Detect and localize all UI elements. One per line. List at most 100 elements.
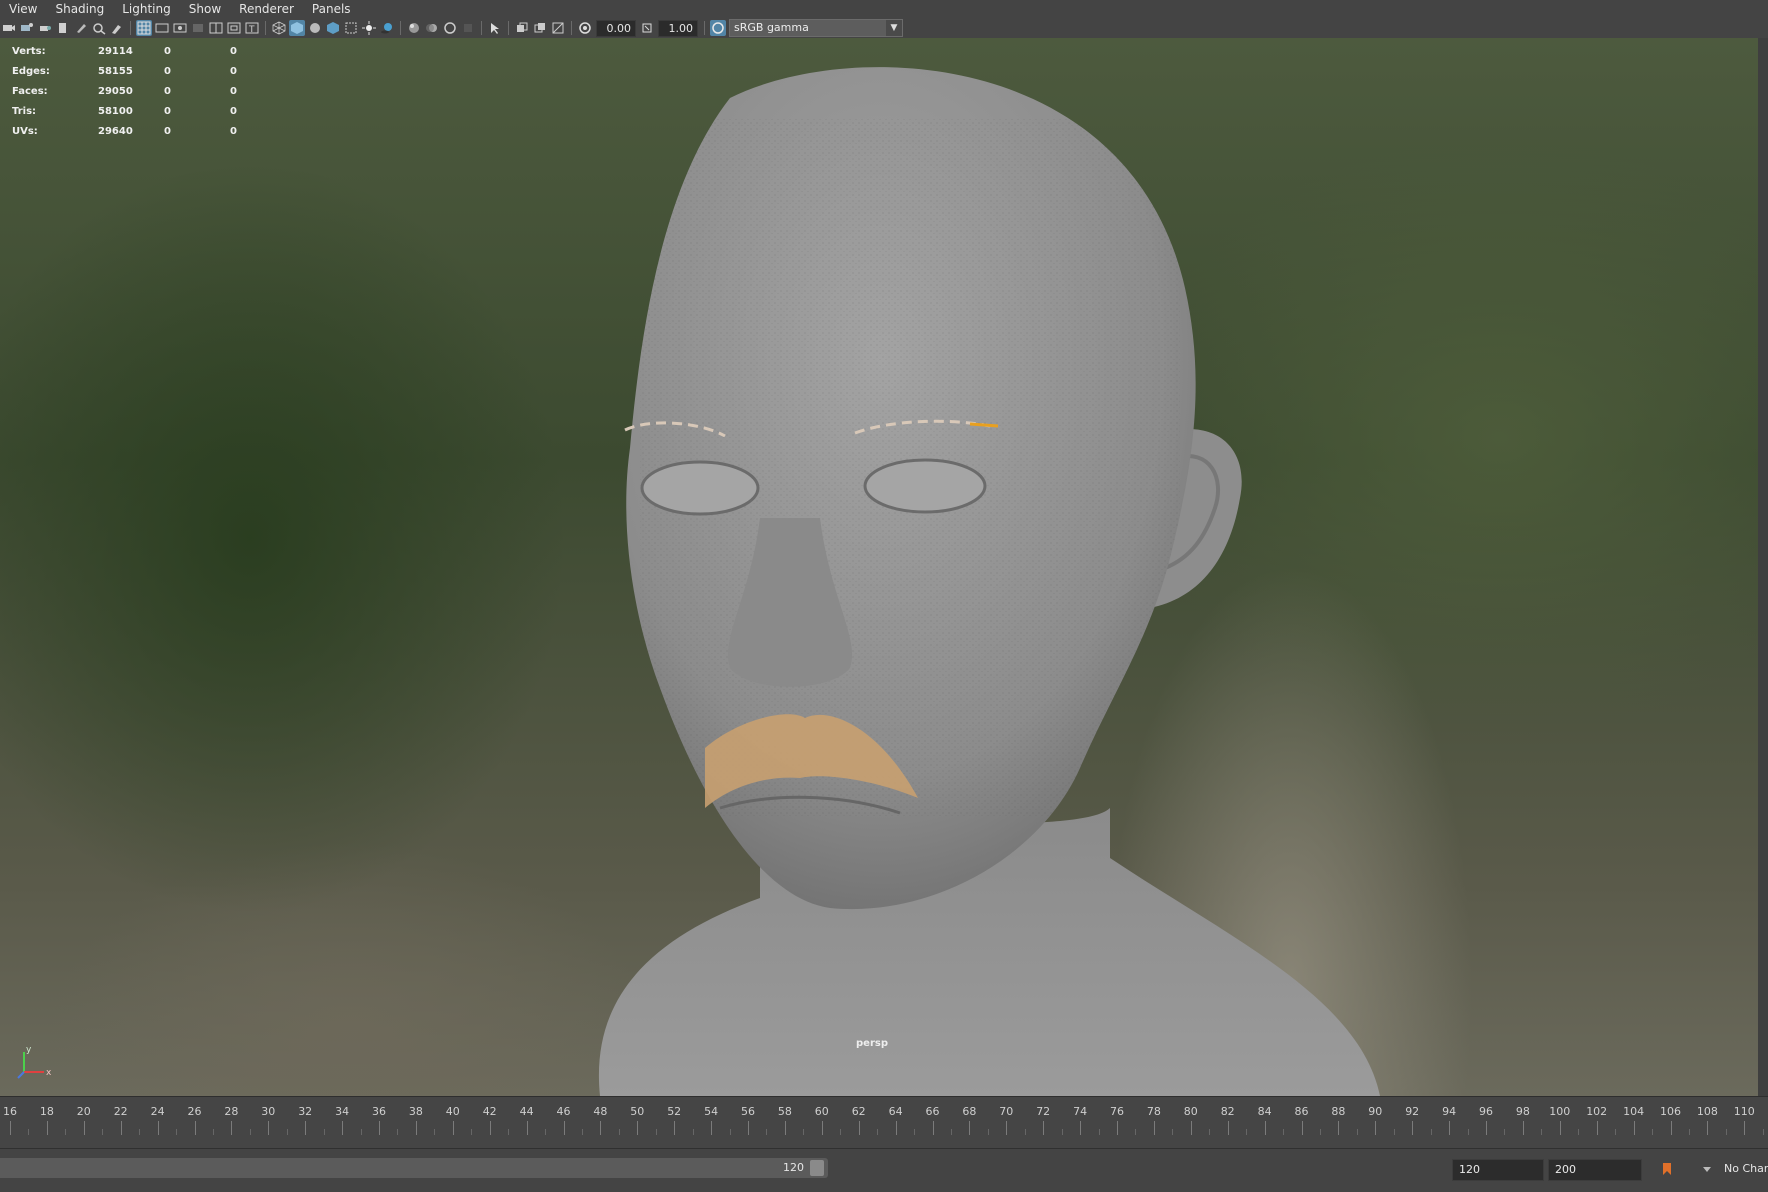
- frame-tick-minor: [323, 1129, 325, 1135]
- xray-icon[interactable]: [343, 20, 359, 36]
- viewport-persp[interactable]: Verts: 29114 0 0 Edges: 58155 0 0 Faces: 29050 0 0 T…: [0, 38, 1758, 1096]
- anti-aliasing-icon[interactable]: [442, 20, 458, 36]
- viewport-border: [1758, 38, 1768, 1096]
- safe-action-icon[interactable]: [226, 20, 242, 36]
- time-slider[interactable]: 16 18 20 22 24 26 28 30 32 34 36 38 40 42 44 46 48 50 52 54…: [0, 1096, 1768, 1149]
- gamma-icon[interactable]: [639, 20, 655, 36]
- frame-tick: [379, 1121, 380, 1135]
- auto-key-icon[interactable]: [1660, 1161, 1674, 1177]
- frame-tick: [821, 1121, 823, 1135]
- two-d-pan-zoom-icon[interactable]: [91, 20, 107, 36]
- frame-tick-label: 72: [1036, 1105, 1051, 1118]
- xray-joints-icon[interactable]: [514, 20, 530, 36]
- sculpt-brush-icon[interactable]: [109, 20, 125, 36]
- frame-tick-label: 68: [962, 1105, 977, 1118]
- frame-tick-minor: [1024, 1129, 1026, 1135]
- field-chart-icon[interactable]: [208, 20, 224, 36]
- exposure-field[interactable]: 0.00: [596, 19, 636, 37]
- lighting-icon[interactable]: [361, 20, 377, 36]
- frame-tick-minor: [1135, 1129, 1137, 1135]
- menu-renderer[interactable]: Renderer: [230, 0, 303, 18]
- frame-tick-minor: [1467, 1129, 1469, 1135]
- safe-title-icon[interactable]: T: [244, 20, 260, 36]
- frame-tick-minor: [360, 1129, 362, 1135]
- frame-tick: [10, 1121, 11, 1135]
- frame-tick: [1080, 1121, 1082, 1135]
- axis-y-label: y: [26, 1045, 32, 1055]
- smooth-shade-icon[interactable]: [289, 20, 305, 36]
- xray-active-icon[interactable]: [532, 20, 548, 36]
- default-material-icon[interactable]: [307, 20, 323, 36]
- grid-icon[interactable]: [136, 20, 152, 36]
- frame-tick: [969, 1121, 971, 1135]
- bookmarks-icon[interactable]: [37, 20, 53, 36]
- frame-tick: [1375, 1121, 1377, 1135]
- frame-tick-label: 96: [1479, 1105, 1493, 1118]
- menu-show[interactable]: Show: [180, 0, 230, 18]
- menu-lighting[interactable]: Lighting: [113, 0, 180, 18]
- chevron-down-icon[interactable]: [1700, 1161, 1714, 1177]
- select-camera-icon[interactable]: [1, 20, 17, 36]
- isolate-select-icon[interactable]: [487, 20, 503, 36]
- range-slider-bar: 120 120 200: [0, 1148, 1768, 1192]
- menu-shading[interactable]: Shading: [46, 0, 113, 18]
- frame-tick: [526, 1121, 528, 1135]
- resolution-gate-icon[interactable]: [172, 20, 188, 36]
- ambient-occlusion-icon[interactable]: [406, 20, 422, 36]
- frame-tick: [1006, 1121, 1008, 1135]
- frame-tick: [1412, 1121, 1414, 1135]
- frame-tick-label: 22: [113, 1105, 128, 1118]
- frame-tick-label: 104: [1623, 1105, 1645, 1118]
- frame-tick-minor: [508, 1129, 510, 1135]
- frame-tick-minor: [1688, 1129, 1690, 1135]
- hud-v3: 0: [230, 66, 237, 77]
- frame-tick-minor: [1172, 1129, 1174, 1135]
- frame-tick: [1633, 1121, 1635, 1135]
- character-set-label[interactable]: No Char: [1724, 1162, 1768, 1175]
- toolbar-separator: [481, 21, 482, 35]
- gate-mask-icon[interactable]: [190, 20, 206, 36]
- frame-tick-label: 50: [630, 1105, 645, 1118]
- color-management-icon[interactable]: [710, 20, 726, 36]
- frame-tick-label: 28: [224, 1105, 239, 1118]
- playback-end-field[interactable]: 120: [1452, 1159, 1544, 1181]
- frame-tick-label: 24: [150, 1105, 165, 1118]
- wireframe-icon[interactable]: [271, 20, 287, 36]
- shadows-icon[interactable]: [379, 20, 395, 36]
- frame-tick-label: 30: [261, 1105, 276, 1118]
- frame-tick-minor: [1209, 1129, 1211, 1135]
- range-slider-end-label: 120: [783, 1161, 804, 1174]
- hud-v2: 0: [164, 66, 171, 77]
- image-plane-icon[interactable]: [55, 20, 71, 36]
- depth-of-field-icon[interactable]: [460, 20, 476, 36]
- panel-menu-bar-container: View Shading Lighting Show Renderer Panels T: [0, 0, 1768, 38]
- frame-tick-minor: [1393, 1129, 1395, 1135]
- frame-tick-minor: [286, 1129, 288, 1135]
- textured-icon[interactable]: [325, 20, 341, 36]
- range-slider-handle[interactable]: [810, 1160, 824, 1176]
- frame-tick-label: 110: [1733, 1105, 1755, 1118]
- menu-view[interactable]: View: [0, 0, 46, 18]
- backface-culling-icon[interactable]: [550, 20, 566, 36]
- frame-tick: [1707, 1121, 1709, 1135]
- gamma-field[interactable]: 1.00: [658, 19, 698, 37]
- camera-attributes-icon[interactable]: [19, 20, 35, 36]
- film-gate-icon[interactable]: [154, 20, 170, 36]
- view-transform-select[interactable]: sRGB gamma ▼: [729, 19, 903, 37]
- frame-tick: [1117, 1121, 1118, 1135]
- exposure-icon[interactable]: [577, 20, 593, 36]
- grease-pencil-icon[interactable]: [73, 20, 89, 36]
- frame-tick: [711, 1121, 713, 1135]
- range-slider[interactable]: 120: [0, 1158, 828, 1178]
- frame-tick-minor: [692, 1129, 694, 1135]
- motion-blur-icon[interactable]: [424, 20, 440, 36]
- frame-tick: [637, 1121, 639, 1135]
- frame-tick-label: 86: [1294, 1105, 1309, 1118]
- chevron-down-icon[interactable]: ▼: [886, 20, 902, 36]
- frame-tick-label: 70: [999, 1105, 1014, 1118]
- menu-panels[interactable]: Panels: [303, 0, 360, 18]
- frame-tick-minor: [397, 1129, 399, 1135]
- animation-end-field[interactable]: 200: [1548, 1159, 1642, 1181]
- hud-label: Edges:: [12, 66, 50, 77]
- frame-tick: [1744, 1121, 1746, 1135]
